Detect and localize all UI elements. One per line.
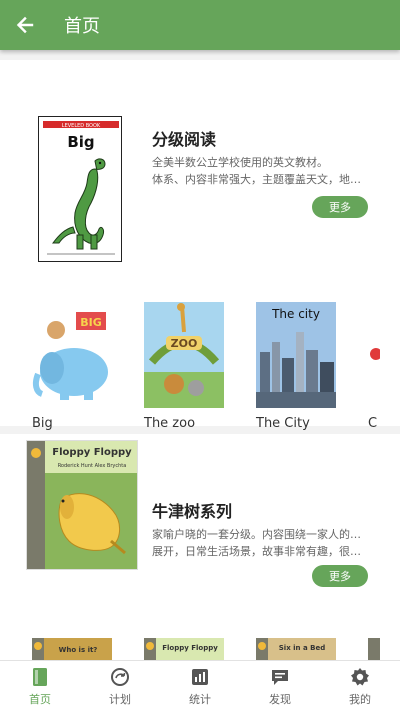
book-title: The City — [256, 416, 310, 431]
description-line: 展开，日常生活场景，故事非常有趣，很吸… — [152, 545, 367, 558]
tab-label: 首页 — [29, 693, 51, 706]
cover-authors-text: Roderick Hunt Alex Brychta — [58, 463, 127, 469]
arrow-left-icon — [16, 16, 34, 34]
featured-series[interactable]: LEVELED BOOK Big 分级阅读 全美半数公立学校使用的英文教材。 体… — [0, 60, 400, 262]
tab-discover[interactable]: 发现 — [240, 661, 320, 712]
back-button[interactable] — [0, 0, 50, 50]
book-thumbnail: Floppy Floppy — [144, 638, 224, 660]
gear-icon — [350, 667, 370, 687]
page-title: 首页 — [64, 16, 100, 37]
oxford-cover-illustration: Who is it? — [32, 638, 98, 660]
section-description: 家喻户晓的一套分级。内容围绕一家人的生活 展开，日常生活场景，故事非常有趣，很吸… — [152, 526, 367, 560]
description-line: 家喻户晓的一套分级。内容围绕一家人的生活 — [152, 528, 367, 541]
tab-label: 我的 — [349, 693, 371, 706]
zoo-gate-illustration: ZOO — [144, 303, 224, 408]
oxford-cover-illustration: Floppy Floppy — [144, 638, 224, 660]
cover-text: Who is it? — [59, 646, 98, 654]
featured-cover: LEVELED BOOK Big — [38, 116, 122, 262]
oxford-cover-illustration: Six in a Bed — [256, 638, 325, 660]
tab-statistics[interactable]: 统计 — [160, 661, 240, 712]
book-title: The zoo — [144, 416, 196, 431]
book-title: Big — [32, 416, 53, 431]
description-line: 体系、内容非常强大，主题覆盖天文，地理… — [152, 173, 367, 186]
bottom-tab-bar: 首页 计划 统计 发现 我的 — [0, 660, 400, 712]
city-skyline-illustration: The city — [256, 307, 336, 408]
app-bar: 首页 — [0, 0, 400, 50]
cover-text: ZOO — [171, 337, 198, 350]
book-thumbnail: ZOO — [144, 302, 224, 408]
book-icon — [30, 667, 50, 687]
tab-mine[interactable]: 我的 — [320, 661, 400, 712]
book-thumbnail — [368, 302, 380, 408]
message-icon — [270, 667, 290, 687]
refresh-icon — [110, 667, 130, 687]
dinosaur-illustration: LEVELED BOOK Big — [43, 121, 119, 255]
section-card-oxford-tree: Floppy Floppy Roderick Hunt Alex Brychta… — [0, 434, 400, 660]
book-title: C — [368, 416, 378, 431]
featured-cover: Floppy Floppy Roderick Hunt Alex Brychta — [26, 440, 138, 570]
tab-home[interactable]: 首页 — [0, 661, 80, 712]
tab-label: 计划 — [109, 693, 131, 706]
cover-text: The city — [271, 307, 320, 321]
book-thumbnail — [368, 638, 380, 660]
dog-illustration: Floppy Floppy Roderick Hunt Alex Brychta — [27, 441, 137, 569]
cover-text: BIG — [80, 316, 102, 329]
book-thumbnail: Six in a Bed — [256, 638, 336, 660]
book-thumbnail: BIG — [32, 302, 112, 408]
description-line: 全美半数公立学校使用的英文教材。 — [152, 156, 328, 169]
section-title: 分级阅读 — [152, 130, 217, 149]
cover-text: Floppy Floppy — [162, 644, 218, 652]
featured-series[interactable]: Floppy Floppy Roderick Hunt Alex Brychta… — [0, 434, 400, 624]
chart-icon — [190, 667, 210, 687]
book-thumbnail: The city — [256, 302, 336, 408]
more-button[interactable]: 更多 — [312, 196, 368, 218]
tab-label: 发现 — [269, 693, 291, 706]
cover-header-text: LEVELED BOOK — [62, 123, 101, 129]
book-thumbnail: Who is it? — [32, 638, 112, 660]
section-title: 牛津树系列 — [152, 502, 233, 521]
cover-text: Six in a Bed — [279, 644, 325, 652]
section-card-leveled-reading: LEVELED BOOK Big 分级阅读 全美半数公立学校使用的英文教材。 体… — [0, 60, 400, 431]
more-button[interactable]: 更多 — [312, 565, 368, 587]
section-description: 全美半数公立学校使用的英文教材。 体系、内容非常强大，主题覆盖天文，地理… — [152, 154, 367, 188]
tab-label: 统计 — [189, 693, 211, 706]
content-scroll[interactable]: LEVELED BOOK Big 分级阅读 全美半数公立学校使用的英文教材。 体… — [0, 50, 400, 660]
cover-title-text: Floppy Floppy — [52, 447, 132, 458]
elephant-illustration: BIG — [32, 312, 108, 400]
cover-title-text: Big — [67, 133, 94, 151]
tab-plan[interactable]: 计划 — [80, 661, 160, 712]
partial-cover-illustration — [370, 348, 380, 360]
